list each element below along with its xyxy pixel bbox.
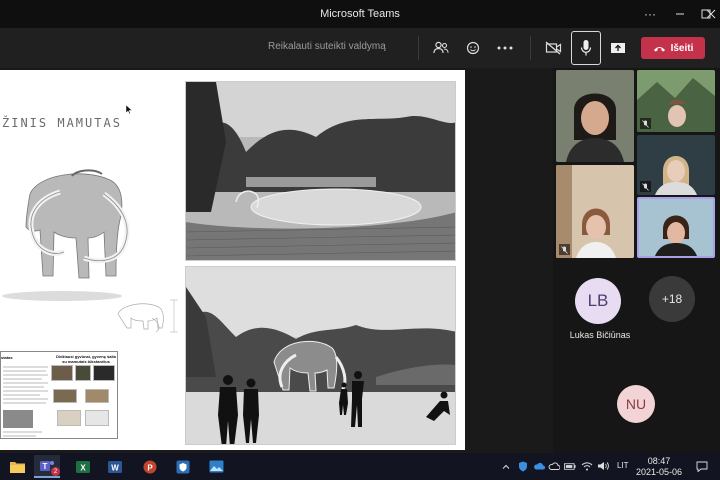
species-thumbnail [85,389,109,403]
onedrive-cloud-icon[interactable] [548,460,560,472]
volume-icon[interactable] [597,460,609,472]
excel-taskbar-button[interactable]: X [70,455,96,478]
video-tile-active-speaker[interactable] [637,197,715,258]
slide-title: ŽINIS MAMUTAS [2,116,122,130]
camera-off-button[interactable] [540,34,568,62]
svg-text:X: X [80,463,86,472]
more-options-icon[interactable]: ··· [636,0,664,28]
hang-up-icon [653,46,665,51]
meeting-toolbar: Reikalauti suteikti valdymą Išeiti [0,28,720,68]
video-tile[interactable] [556,165,634,258]
info-right-heading: Didžiausi gyvūnai, gyvenę šalia su mamut… [56,354,116,364]
more-participants-button[interactable]: +18 [649,276,695,322]
mammoth-sketch [2,169,130,301]
muted-indicator [559,244,570,255]
defender-tray-icon[interactable] [517,460,529,472]
video-tile[interactable] [637,70,715,132]
species-thumbnail [51,365,73,381]
share-screen-button[interactable] [604,34,632,62]
microphone-icon [580,40,592,56]
muted-indicator [640,181,651,192]
mic-off-icon [561,245,568,254]
photos-taskbar-button[interactable] [203,455,229,478]
participant-avatar[interactable]: NU [617,385,655,423]
teams-notification-badge: 2 [51,467,60,476]
minimize-button[interactable] [666,0,694,28]
teams-taskbar-button[interactable]: T 2 [34,455,60,478]
mic-off-icon [642,119,649,128]
mic-off-icon [642,182,649,191]
info-left-heading: statas [1,355,13,360]
toolbar-divider [530,36,531,60]
defender-taskbar-button[interactable] [170,455,196,478]
title-bar: Microsoft Teams ··· [0,0,720,28]
more-actions-button[interactable] [491,34,519,62]
onedrive-cloud-icon[interactable] [533,460,545,472]
video-tile[interactable] [556,70,634,162]
battery-icon[interactable] [564,460,576,472]
reactions-icon [466,41,480,55]
svg-text:W: W [111,463,119,472]
window-title: Microsoft Teams [320,8,400,20]
wifi-icon[interactable] [581,460,593,472]
participant-avatar[interactable]: LB [575,278,621,324]
mouse-cursor-icon [126,105,133,115]
share-tray-icon [611,43,625,53]
species-thumbnail [57,410,81,426]
powerpoint-taskbar-button[interactable]: P [137,455,163,478]
video-tile[interactable] [637,135,715,195]
powerpoint-icon: P [143,460,157,473]
leave-button[interactable]: Išeiti [641,37,705,59]
action-center-icon[interactable] [694,460,710,472]
amphitheatre-photo [185,81,456,261]
species-info-box: statas Didžiausi gyvūnai, gyvenę šalia s… [0,351,118,439]
request-control-button[interactable]: Reikalauti suteikti valdymą [268,41,386,52]
participant-name: Lukas Bičiūnas [569,330,631,340]
svg-text:T: T [43,462,48,471]
mammoth-visitors-photo [185,266,456,445]
photos-icon [209,460,223,473]
muted-indicator [640,118,651,129]
ellipsis-icon [497,46,513,50]
reactions-button[interactable] [459,34,487,62]
mammoth-size-diagram [117,299,178,333]
file-explorer-button[interactable] [4,455,30,478]
people-icon [433,41,449,54]
participants-button[interactable] [427,34,455,62]
shared-screen: ŽINIS MAMUTAS statas Didžiausi gyvūnai, … [0,68,553,453]
info-text-lines [3,366,48,437]
toolbar-divider [418,36,419,60]
chevron-up-icon[interactable] [500,460,512,472]
microphone-button[interactable] [571,31,601,65]
camera-off-icon [545,41,562,55]
windows-taskbar: T 2 X W P LIT 08:47 2021-05-06 [0,453,720,480]
shield-icon [176,460,190,473]
excel-icon: X [76,460,90,473]
clock-time: 08:47 [647,456,671,466]
species-thumbnail [75,365,91,381]
folder-icon [9,461,25,473]
word-taskbar-button[interactable]: W [102,455,128,478]
presentation-slide: ŽINIS MAMUTAS statas Didžiausi gyvūnai, … [0,70,465,450]
taskbar-clock[interactable]: 08:47 2021-05-06 [633,456,685,478]
species-thumbnail [53,389,77,403]
close-window-button[interactable] [702,0,720,28]
svg-text:P: P [147,463,153,472]
leave-label: Išeiti [670,42,694,54]
species-thumbnail [85,410,109,426]
clock-date: 2021-05-06 [635,467,683,477]
species-thumbnail [93,365,115,381]
input-language[interactable]: LIT [617,461,629,470]
word-icon: W [108,460,122,473]
